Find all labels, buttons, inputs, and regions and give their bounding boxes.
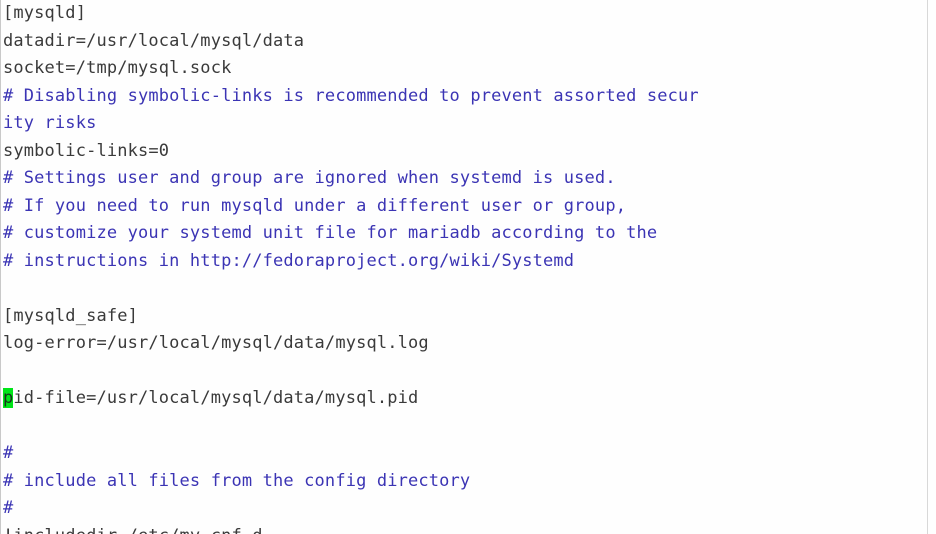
code-line[interactable]: pid-file=/usr/local/mysql/data/mysql.pid bbox=[3, 385, 927, 413]
code-line[interactable]: # instructions in http://fedoraproject.o… bbox=[3, 248, 927, 276]
code-line[interactable]: !includedir /etc/my.cnf.d bbox=[3, 523, 927, 534]
code-line[interactable]: datadir=/usr/local/mysql/data bbox=[3, 28, 927, 56]
code-line[interactable]: ity risks bbox=[3, 110, 927, 138]
text-editor-window[interactable]: [mysqld] datadir=/usr/local/mysql/data soc… bbox=[0, 0, 936, 534]
code-line[interactable]: # Settings user and group are ignored wh… bbox=[3, 165, 927, 193]
code-line[interactable]: socket=/tmp/mysql.sock bbox=[3, 55, 927, 83]
left-gutter-rule bbox=[0, 0, 1, 534]
code-line[interactable]: log-error=/usr/local/mysql/data/mysql.lo… bbox=[3, 330, 927, 358]
code-line-blank[interactable] bbox=[3, 275, 927, 303]
code-line[interactable]: # include all files from the config dire… bbox=[3, 468, 927, 496]
editor-text-area[interactable]: [mysqld] datadir=/usr/local/mysql/data soc… bbox=[3, 0, 927, 534]
code-line[interactable]: # Disabling symbolic-links is recommende… bbox=[3, 83, 927, 111]
code-line-blank[interactable] bbox=[3, 358, 927, 386]
code-line[interactable]: [mysqld_safe] bbox=[3, 303, 927, 331]
code-line[interactable]: # bbox=[3, 440, 927, 468]
code-line[interactable]: symbolic-links=0 bbox=[3, 138, 927, 166]
code-line-blank[interactable] bbox=[3, 413, 927, 441]
code-line[interactable]: # customize your systemd unit file for m… bbox=[3, 220, 927, 248]
code-line[interactable]: # bbox=[3, 495, 927, 523]
block-cursor: p bbox=[3, 388, 14, 408]
code-line[interactable]: # If you need to run mysqld under a diff… bbox=[3, 193, 927, 221]
right-gutter-rule bbox=[927, 0, 928, 534]
code-line[interactable]: [mysqld] bbox=[3, 0, 927, 28]
